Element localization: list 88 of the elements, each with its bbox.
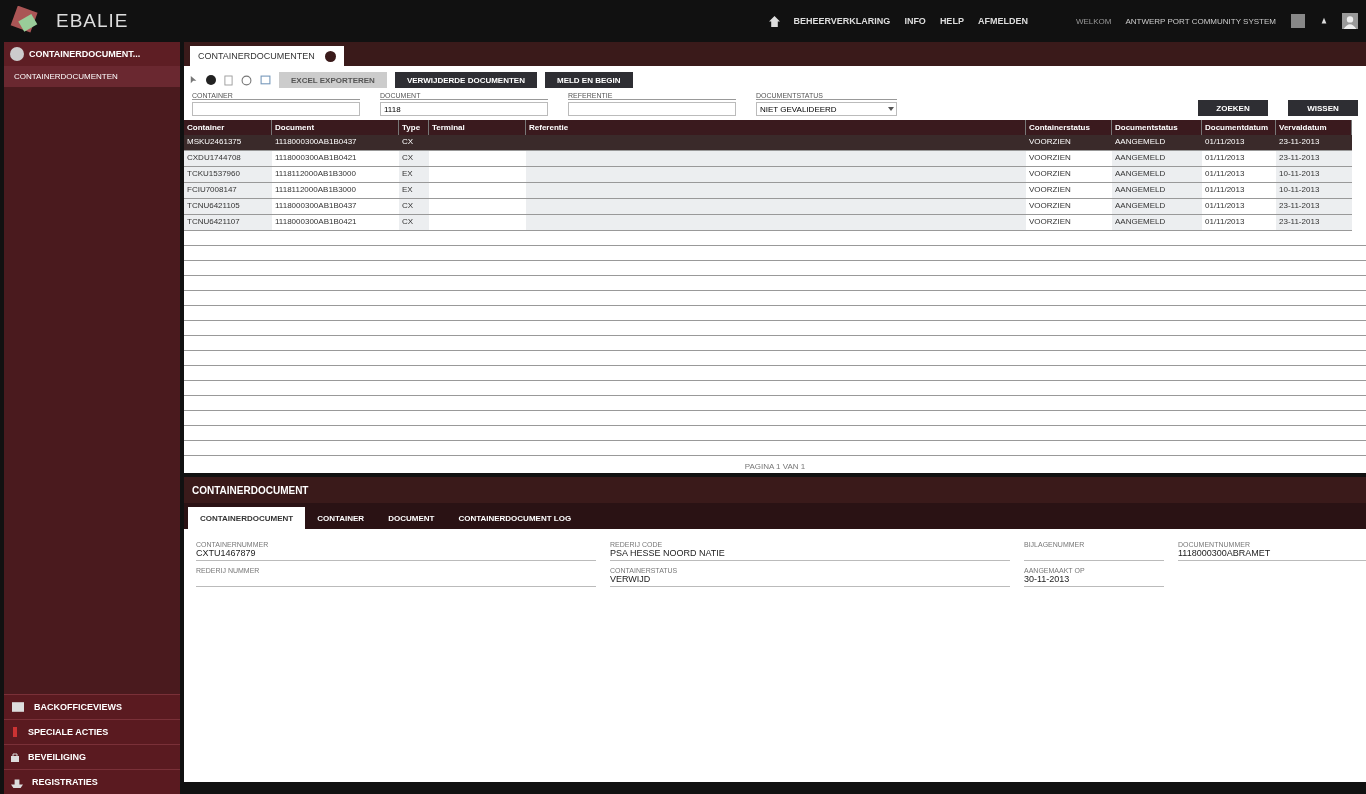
table-cell: 23-11-2013 (1276, 199, 1352, 215)
detail-tab[interactable]: DOCUMENT (376, 507, 447, 529)
table-cell: FCIU7008147 (184, 183, 272, 199)
app-logo-text: EBALIE (56, 10, 129, 32)
table-cell: 23-11-2013 (1276, 135, 1352, 151)
table-cell: CX (399, 151, 429, 167)
column-header[interactable]: Vervaldatum (1276, 120, 1352, 135)
column-header[interactable]: Type (399, 120, 429, 135)
table-cell: AANGEMELD (1112, 183, 1202, 199)
column-header[interactable]: Terminal (429, 120, 526, 135)
column-header[interactable]: Referentie (526, 120, 1026, 135)
section-title: CONTAINERDOCUMENT... (29, 49, 141, 59)
close-icon (324, 50, 336, 62)
table-cell: VOORZIEN (1026, 135, 1112, 151)
info-icon (206, 75, 216, 85)
table-cell: 10-11-2013 (1276, 183, 1352, 199)
detail-tab[interactable]: CONTAINERDOCUMENT (188, 507, 306, 529)
cursor-icon (190, 75, 198, 85)
nav-link[interactable]: BEHEERVERKLARING (793, 16, 891, 26)
action-button[interactable]: WISSEN (1288, 100, 1358, 116)
module-label: REGISTRATIES (32, 777, 98, 787)
module-label: BACKOFFICEVIEWS (34, 702, 122, 712)
filter-input[interactable] (568, 102, 736, 116)
pager-text: PAGINA 1 VAN 1 (743, 461, 807, 473)
chat-icon (260, 74, 271, 86)
sidebar-module-button[interactable]: SPECIALE ACTIES (4, 719, 180, 744)
detail-title: CONTAINERDOCUMENT (184, 473, 1366, 503)
column-header[interactable]: Documentdatum (1202, 120, 1276, 135)
table-cell: AANGEMELD (1112, 151, 1202, 167)
field-value: CXTU1467879 (196, 548, 596, 561)
sidebar-module-button[interactable]: BEVEILIGING (4, 744, 180, 769)
sidebar-item[interactable]: CONTAINERDOCUMENTEN (4, 66, 180, 87)
table-cell: TCNU6421107 (184, 215, 272, 231)
table-cell: AANGEMELD (1112, 199, 1202, 215)
sidebar-module-button[interactable]: REGISTRATIES (4, 769, 180, 794)
table-cell: TCNU6421105 (184, 199, 272, 215)
table-cell: CX (399, 215, 429, 231)
window-icon (10, 701, 26, 713)
table-cell: AANGEMELD (1112, 167, 1202, 183)
bottle-icon (10, 725, 20, 739)
screen-icon (1290, 14, 1306, 28)
nav-link[interactable]: INFO (904, 16, 926, 26)
table-cell: EX (399, 167, 429, 183)
document-icon (224, 74, 233, 86)
column-header[interactable]: Containerstatus (1026, 120, 1112, 135)
table-cell: EX (399, 183, 429, 199)
table-cell: CXDU1744708 (184, 151, 272, 167)
column-header[interactable]: Container (184, 120, 272, 135)
table-cell: 10-11-2013 (1276, 167, 1352, 183)
globe-icon (10, 47, 24, 61)
detail-tab[interactable]: CONTAINER (305, 507, 377, 529)
sidebar-module-button[interactable]: BACKOFFICEVIEWS (4, 694, 180, 719)
status-select[interactable]: NIET GEVALIDEERD (756, 102, 897, 116)
field-value: 30-11-2013 (1024, 574, 1164, 587)
column-header[interactable]: Documentstatus (1112, 120, 1202, 135)
table-cell: 23-11-2013 (1276, 151, 1352, 167)
filter-input[interactable] (192, 102, 360, 116)
detail-tab[interactable]: CONTAINERDOCUMENT LOG (446, 507, 584, 529)
table-cell: 01/11/2013 (1202, 135, 1276, 151)
table-cell: MSKU2461375 (184, 135, 272, 151)
table-cell: 23-11-2013 (1276, 215, 1352, 231)
field-value: VERWIJD (610, 574, 1010, 587)
table-cell: 1118000300AB1B0437 (272, 135, 399, 151)
home-icon (768, 15, 780, 27)
column-header[interactable]: Document (272, 120, 399, 135)
field-value: PSA HESSE NOORD NATIE (610, 548, 1010, 561)
tab-label: CONTAINERDOCUMENTEN (198, 51, 315, 61)
nav-link[interactable]: HELP (939, 16, 964, 26)
module-label: BEVEILIGING (28, 752, 86, 762)
table-cell: CX (399, 199, 429, 215)
action-button[interactable]: ZOEKEN (1198, 100, 1268, 116)
lock-icon (10, 750, 20, 764)
module-label: SPECIALE ACTIES (28, 727, 109, 737)
table-cell: TCKU1537960 (184, 167, 272, 183)
refresh-icon (241, 74, 252, 86)
table-cell: AANGEMELD (1112, 215, 1202, 231)
toolbar-button[interactable]: VERWIJDERDE DOCUMENTEN (394, 72, 537, 88)
user-icon (1342, 13, 1358, 29)
toolbar-button[interactable]: MELD EN BEGIN (544, 72, 633, 88)
filter-input[interactable]: 1118 (380, 102, 548, 116)
nav-link[interactable]: AFMELDEN (977, 16, 1028, 26)
table-cell: AANGEMELD (1112, 135, 1202, 151)
sidebar-section-header[interactable]: CONTAINERDOCUMENT... (4, 42, 180, 66)
document-tab[interactable]: CONTAINERDOCUMENTEN (190, 46, 344, 66)
organisation-name: ANTWERP PORT COMMUNITY SYSTEM (1125, 16, 1276, 26)
welcome-text: WELKOM (1075, 16, 1112, 26)
table-cell: CX (399, 135, 429, 151)
field-value: 1118000300ABRAMET (1178, 548, 1366, 561)
